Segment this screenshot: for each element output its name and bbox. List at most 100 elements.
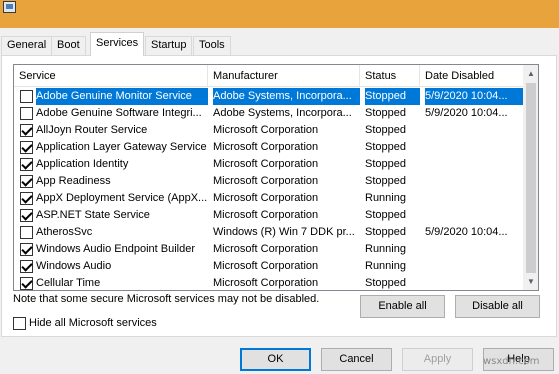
status-cell: Stopped — [365, 88, 420, 105]
status-cell: Stopped — [365, 209, 406, 221]
hide-microsoft-services-checkbox[interactable] — [13, 317, 26, 330]
status-cell: Running — [365, 260, 406, 272]
watermark-text: wsxdn.com — [483, 356, 540, 367]
status-cell: Stopped — [365, 124, 406, 136]
table-row[interactable]: Adobe Genuine Software Integri... Adobe S… — [14, 105, 523, 122]
table-row[interactable]: AtherosSvc Windows (R) Win 7 DDK pr... Sto… — [14, 224, 523, 241]
status-cell: Running — [365, 243, 406, 255]
scrollbar-thumb[interactable] — [526, 83, 536, 273]
tab-strip: General Boot Services Startup Tools — [0, 28, 559, 56]
service-name-cell: Application Layer Gateway Service — [36, 141, 207, 153]
service-name-cell: Windows Audio — [36, 260, 112, 272]
date-disabled-cell: 5/9/2020 10:04... — [425, 107, 508, 119]
secure-services-note: Note that some secure Microsoft services… — [13, 293, 320, 305]
status-cell: Stopped — [365, 141, 406, 153]
manufacturer-cell: Microsoft Corporation — [213, 192, 319, 204]
enable-all-button[interactable]: Enable all — [360, 295, 445, 318]
scroll-up-arrow-icon[interactable]: ▲ — [523, 65, 538, 82]
table-row[interactable]: Adobe Genuine Monitor Service Adobe Syste… — [14, 88, 523, 105]
status-cell: Stopped — [365, 175, 406, 187]
table-row[interactable]: Windows Audio Microsoft Corporation Runnin… — [14, 258, 523, 275]
msconfig-app-icon[interactable] — [3, 1, 16, 13]
cancel-button[interactable]: Cancel — [321, 348, 392, 371]
service-checkbox[interactable] — [20, 243, 33, 256]
service-name-cell: App Readiness — [36, 175, 111, 187]
service-checkbox[interactable] — [20, 107, 33, 120]
table-row[interactable]: Application Identity Microsoft Corporatio… — [14, 156, 523, 173]
date-disabled-cell — [425, 122, 523, 139]
manufacturer-cell: Microsoft Corporation — [213, 277, 319, 289]
service-name-cell: Windows Audio Endpoint Builder — [36, 243, 195, 255]
manufacturer-cell: Microsoft Corporation — [213, 209, 319, 221]
manufacturer-cell: Microsoft Corporation — [213, 141, 319, 153]
date-disabled-cell — [425, 241, 523, 258]
service-name-cell: AppX Deployment Service (AppX... — [36, 192, 208, 204]
date-disabled-cell: 5/9/2020 10:04... — [425, 226, 508, 238]
services-rows: Adobe Genuine Monitor Service Adobe Syste… — [14, 88, 523, 290]
ok-button[interactable]: OK — [240, 348, 311, 371]
service-checkbox[interactable] — [20, 226, 33, 239]
manufacturer-cell: Windows (R) Win 7 DDK pr... — [213, 226, 355, 238]
service-checkbox[interactable] — [20, 260, 33, 273]
date-disabled-cell — [425, 190, 523, 207]
date-disabled-cell — [425, 156, 523, 173]
column-header-status[interactable]: Status — [360, 65, 420, 87]
service-checkbox[interactable] — [20, 158, 33, 171]
service-checkbox[interactable] — [20, 209, 33, 222]
vertical-scrollbar[interactable]: ▲ ▼ — [523, 65, 538, 290]
service-checkbox[interactable] — [20, 141, 33, 154]
column-header-service[interactable]: Service — [14, 65, 208, 87]
column-header-date-disabled[interactable]: Date Disabled — [420, 65, 523, 87]
service-name-cell: Adobe Genuine Software Integri... — [36, 107, 202, 119]
tab-services[interactable]: Services — [90, 32, 145, 56]
service-checkbox[interactable] — [20, 175, 33, 188]
disable-all-button[interactable]: Disable all — [455, 295, 540, 318]
table-row[interactable]: Cellular Time Microsoft Corporation Stoppe… — [14, 275, 523, 290]
service-checkbox[interactable] — [20, 277, 33, 290]
status-cell: Stopped — [365, 107, 406, 119]
status-cell: Stopped — [365, 226, 406, 238]
table-row[interactable]: Windows Audio Endpoint Builder Microsoft … — [14, 241, 523, 258]
manufacturer-cell: Adobe Systems, Incorpora... — [213, 88, 360, 105]
date-disabled-cell — [425, 207, 523, 224]
status-cell: Stopped — [365, 277, 406, 289]
date-disabled-cell — [425, 258, 523, 275]
list-header: Service Manufacturer Status Date Disable… — [14, 65, 523, 87]
table-row[interactable]: ASP.NET State Service Microsoft Corporati… — [14, 207, 523, 224]
service-name-cell: AllJoyn Router Service — [36, 124, 148, 136]
date-disabled-cell — [425, 173, 523, 190]
status-cell: Running — [365, 192, 406, 204]
table-row[interactable]: App Readiness Microsoft Corporation Stoppe… — [14, 173, 523, 190]
tab-tools[interactable]: Tools — [193, 36, 231, 56]
manufacturer-cell: Microsoft Corporation — [213, 175, 319, 187]
tab-general[interactable]: General — [1, 36, 53, 56]
column-header-manufacturer[interactable]: Manufacturer — [208, 65, 360, 87]
apply-button[interactable]: Apply — [402, 348, 473, 371]
tab-startup[interactable]: Startup — [145, 36, 193, 56]
manufacturer-cell: Adobe Systems, Incorpora... — [213, 107, 352, 119]
hide-microsoft-services-label: Hide all Microsoft services — [29, 317, 157, 329]
table-row[interactable]: AllJoyn Router Service Microsoft Corporat… — [14, 122, 523, 139]
service-checkbox[interactable] — [20, 90, 33, 103]
service-name-cell: AtherosSvc — [36, 226, 93, 238]
manufacturer-cell: Microsoft Corporation — [213, 158, 319, 170]
date-disabled-cell — [425, 139, 523, 156]
service-name-cell: Adobe Genuine Monitor Service — [36, 88, 208, 105]
scroll-down-arrow-icon[interactable]: ▼ — [523, 273, 538, 290]
service-checkbox[interactable] — [20, 192, 33, 205]
title-bar — [0, 0, 559, 28]
service-name-cell: ASP.NET State Service — [36, 209, 150, 221]
manufacturer-cell: Microsoft Corporation — [213, 260, 319, 272]
services-list[interactable]: Service Manufacturer Status Date Disable… — [13, 64, 539, 291]
manufacturer-cell: Microsoft Corporation — [213, 124, 319, 136]
tab-boot[interactable]: Boot — [51, 36, 86, 56]
service-checkbox[interactable] — [20, 124, 33, 137]
table-row[interactable]: AppX Deployment Service (AppX... Microsof… — [14, 190, 523, 207]
service-name-cell: Application Identity — [36, 158, 129, 170]
date-disabled-cell — [425, 275, 523, 290]
service-name-cell: Cellular Time — [36, 277, 101, 289]
date-disabled-cell: 5/9/2020 10:04... — [425, 88, 523, 105]
table-row[interactable]: Application Layer Gateway Service Microso… — [14, 139, 523, 156]
manufacturer-cell: Microsoft Corporation — [213, 243, 319, 255]
status-cell: Stopped — [365, 158, 406, 170]
